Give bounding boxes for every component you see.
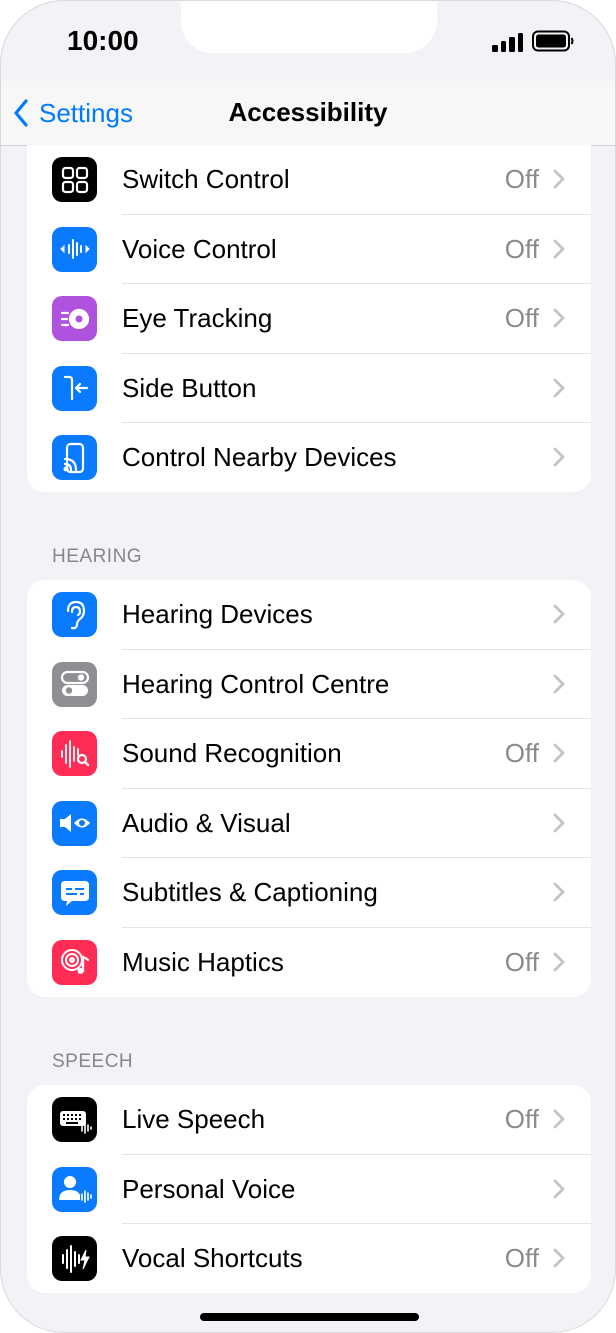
row-value: Off	[504, 233, 539, 264]
row-label: Music Haptics	[122, 946, 284, 977]
row-audio-visual[interactable]: Audio & Visual	[27, 789, 591, 858]
side-button-icon	[52, 365, 97, 411]
row-live-speech[interactable]: Live Speech Off	[27, 1085, 591, 1155]
chevron-right-icon	[553, 378, 565, 397]
vocal-shortcuts-icon	[52, 1236, 97, 1281]
row-switch-control[interactable]: Switch Control Off	[27, 145, 591, 215]
page-title: Accessibility	[228, 97, 388, 127]
row-sound-recognition[interactable]: Sound Recognition Off	[27, 719, 591, 789]
switch-control-icon	[52, 157, 97, 202]
section-header-speech: SPEECH	[52, 1051, 134, 1072]
speech-group: Live Speech Off Personal Voice Vocal Sho…	[27, 1085, 591, 1293]
chevron-right-icon	[553, 952, 565, 971]
captions-bubble-icon	[52, 870, 97, 915]
row-label: Control Nearby Devices	[122, 442, 397, 472]
row-label: Side Button	[122, 372, 257, 403]
row-value: Off	[504, 738, 539, 768]
row-value: Off	[504, 946, 539, 977]
chevron-right-icon	[553, 1109, 565, 1129]
section-header-hearing: HEARING	[52, 546, 143, 567]
row-personal-voice[interactable]: Personal Voice	[27, 1155, 591, 1224]
row-side-button[interactable]: Side Button	[27, 354, 591, 423]
chevron-right-icon	[553, 308, 565, 328]
row-value: Off	[504, 1243, 539, 1273]
row-label: Hearing Control Centre	[122, 668, 390, 699]
chevron-right-icon	[553, 604, 565, 624]
status-bar: 10:00	[1, 1, 615, 81]
chevron-right-icon	[553, 882, 565, 902]
row-label: Sound Recognition	[122, 738, 342, 768]
chevron-right-icon	[553, 1248, 565, 1268]
chevron-right-icon	[553, 1179, 565, 1198]
home-indicator[interactable]	[200, 1313, 419, 1321]
status-time: 10:00	[67, 25, 139, 56]
row-value: Off	[504, 303, 539, 333]
row-label: Audio & Visual	[122, 807, 291, 838]
row-vocal-shortcuts[interactable]: Vocal Shortcuts Off	[27, 1224, 591, 1293]
toggles-icon	[52, 661, 97, 707]
eye-tracking-icon	[52, 296, 97, 341]
row-label: Subtitles & Captioning	[122, 877, 378, 907]
signal-icon	[492, 32, 524, 52]
hearing-group: Hearing Devices Hearing Control Centre S…	[27, 580, 591, 997]
chevron-right-icon	[553, 674, 565, 693]
row-subtitles-captioning[interactable]: Subtitles & Captioning	[27, 858, 591, 928]
row-label: Voice Control	[122, 233, 277, 264]
row-control-nearby-devices[interactable]: Control Nearby Devices	[27, 423, 591, 492]
control-nearby-devices-icon	[52, 435, 97, 480]
motor-group: Switch Control Off Voice Control Off Eye…	[27, 145, 591, 492]
row-voice-control[interactable]: Voice Control Off	[27, 215, 591, 284]
row-value: Off	[504, 164, 539, 194]
voice-control-icon	[52, 226, 97, 272]
row-label: Switch Control	[122, 164, 290, 194]
row-label: Eye Tracking	[122, 303, 273, 333]
chevron-right-icon	[553, 447, 565, 467]
row-hearing-control-centre[interactable]: Hearing Control Centre	[27, 650, 591, 719]
chevron-right-icon	[553, 169, 565, 189]
chevron-right-icon	[553, 813, 565, 832]
chevron-right-icon	[553, 239, 565, 258]
phone-frame: 10:00 Settings Accessibility Switch Cont…	[0, 0, 616, 1333]
row-value: Off	[504, 1104, 539, 1134]
chevron-right-icon	[553, 743, 565, 763]
row-eye-tracking[interactable]: Eye Tracking Off	[27, 284, 591, 354]
row-label: Personal Voice	[122, 1173, 296, 1204]
navigation-bar: Settings Accessibility	[1, 81, 615, 146]
row-label: Live Speech	[122, 1104, 266, 1134]
row-hearing-devices[interactable]: Hearing Devices	[27, 580, 591, 650]
ear-icon	[52, 592, 97, 637]
keyboard-waveform-icon	[52, 1097, 97, 1142]
speaker-eye-icon	[52, 800, 97, 846]
row-label: Hearing Devices	[122, 599, 313, 629]
sound-recognition-icon	[52, 731, 97, 776]
music-haptics-icon	[52, 939, 97, 985]
row-music-haptics[interactable]: Music Haptics Off	[27, 928, 591, 998]
row-label: Vocal Shortcuts	[122, 1243, 303, 1273]
battery-icon	[532, 30, 574, 52]
personal-voice-icon	[52, 1166, 97, 1212]
